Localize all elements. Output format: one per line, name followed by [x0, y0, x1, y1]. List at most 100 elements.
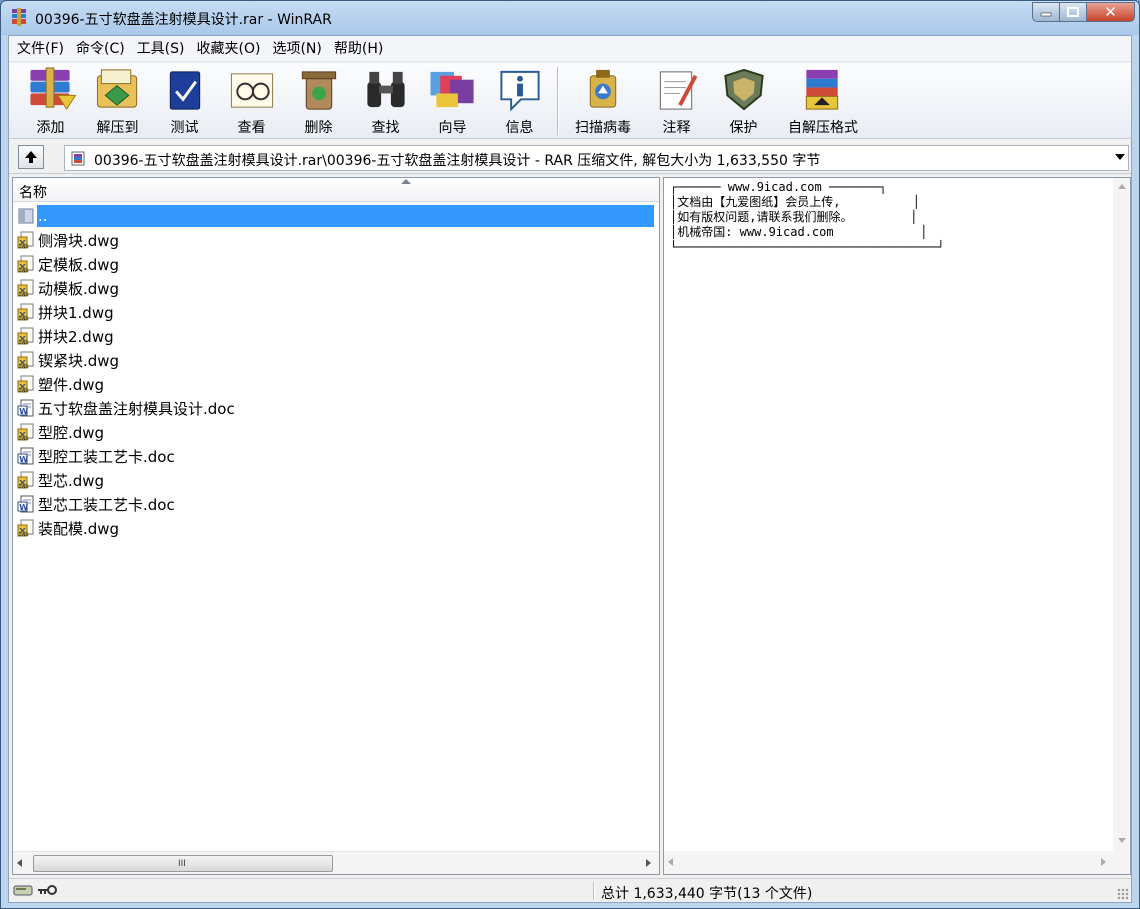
test-label: 测试 [170, 120, 199, 136]
archive-comment: ┌────── www.9icad.com ───────┐ │文档由【九爱图纸… [670, 180, 945, 254]
protect-button[interactable]: 保护 [710, 63, 777, 137]
wizard-button[interactable]: 向导 [419, 63, 486, 137]
menu-options[interactable]: 选项(N) [266, 38, 327, 60]
winrar-app-icon[interactable] [10, 8, 28, 26]
file-row[interactable]: W 型腔工装工艺卡.doc [13, 444, 659, 468]
word-document-icon: W [17, 495, 34, 513]
status-separator [593, 882, 595, 900]
file-row[interactable]: W 型芯工装工艺卡.doc [13, 492, 659, 516]
file-row[interactable]: DWG 侧滑块.dwg [13, 228, 659, 252]
title-bar[interactable]: 00396-五寸软盘盖注射模具设计.rar - WinRAR ✕ [1, 1, 1139, 35]
horizontal-scrollbar[interactable]: III [13, 851, 659, 874]
up-arrow-icon [25, 151, 37, 163]
window-title: 00396-五寸软盘盖注射模具设计.rar - WinRAR [35, 12, 332, 28]
file-name: 五寸软盘盖注射模具设计.doc [38, 399, 235, 418]
file-name: 装配模.dwg [38, 519, 120, 538]
menu-tools[interactable]: 工具(S) [131, 38, 191, 60]
file-name: 型芯工装工艺卡.doc [38, 495, 175, 514]
status-bar: 总计 1,633,440 字节(13 个文件) [9, 878, 1131, 902]
word-document-icon: W [17, 447, 34, 465]
wizard-label: 向导 [438, 120, 467, 136]
file-row[interactable]: DWG 型腔.dwg [13, 420, 659, 444]
delete-icon [301, 71, 336, 110]
scroll-right-icon[interactable] [646, 859, 651, 867]
scroll-left-icon[interactable] [668, 858, 673, 866]
comment-button[interactable]: 注释 [643, 63, 710, 137]
file-name: 塑件.dwg [38, 375, 105, 394]
svg-text:W: W [19, 407, 28, 416]
scroll-thumb[interactable]: III [33, 855, 333, 872]
sfx-button[interactable]: 自解压格式 [777, 63, 869, 137]
comment-horizontal-scrollbar[interactable] [664, 851, 1130, 874]
menu-file[interactable]: 文件(F) [11, 38, 70, 60]
file-name: 型芯.dwg [38, 471, 105, 490]
virus-scan-button[interactable]: 扫描病毒 [563, 63, 643, 137]
dwg-file-icon: DWG [17, 375, 34, 393]
comment-pane[interactable]: ┌────── www.9icad.com ───────┐ │文档由【九爱图纸… [663, 177, 1131, 875]
maximize-button[interactable] [1060, 2, 1087, 22]
file-row[interactable]: DWG 定模板.dwg [13, 252, 659, 276]
file-name: 拼块2.dwg [38, 327, 114, 346]
status-icons [13, 883, 58, 897]
file-name: 型腔工装工艺卡.doc [38, 447, 175, 466]
menu-commands[interactable]: 命令(C) [70, 38, 131, 60]
close-button[interactable]: ✕ [1087, 2, 1135, 22]
address-field[interactable]: 00396-五寸软盘盖注射模具设计.rar\00396-五寸软盘盖注射模具设计 … [64, 145, 1129, 171]
file-name: 侧滑块.dwg [38, 231, 120, 250]
dwg-file-icon: DWG [17, 303, 34, 321]
view-button[interactable]: 查看 [218, 63, 285, 137]
file-row[interactable]: DWG 装配模.dwg [13, 516, 659, 540]
file-row[interactable]: W 五寸软盘盖注射模具设计.doc [13, 396, 659, 420]
drive-icon[interactable] [13, 883, 33, 897]
window-controls: ✕ [1032, 2, 1135, 22]
scroll-up-icon[interactable] [1118, 184, 1126, 189]
parent-folder-row[interactable]: .. [13, 204, 659, 228]
address-path: 00396-五寸软盘盖注射模具设计.rar\00396-五寸软盘盖注射模具设计 … [94, 153, 821, 169]
menu-bar: 文件(F) 命令(C) 工具(S) 收藏夹(O) 选项(N) 帮助(H) [9, 36, 1131, 62]
file-name: 锲紧块.dwg [38, 351, 120, 370]
find-button[interactable]: 查找 [352, 63, 419, 137]
protect-label: 保护 [729, 120, 758, 136]
find-icon [366, 71, 405, 108]
scroll-right-icon[interactable] [1101, 858, 1106, 866]
scroll-left-icon[interactable] [17, 859, 22, 867]
dwg-file-icon: DWG [17, 471, 34, 489]
up-folder-button[interactable] [18, 145, 44, 169]
file-row[interactable]: DWG 拼块1.dwg [13, 300, 659, 324]
winrar-window: 00396-五寸软盘盖注射模具设计.rar - WinRAR ✕ 文件(F) 命… [0, 0, 1140, 909]
delete-button[interactable]: 删除 [285, 63, 352, 137]
file-row[interactable]: DWG 塑件.dwg [13, 372, 659, 396]
dropdown-arrow-icon[interactable] [1115, 154, 1125, 160]
key-icon[interactable] [36, 883, 58, 897]
file-row[interactable]: DWG 锲紧块.dwg [13, 348, 659, 372]
wizard-icon [429, 71, 474, 108]
svg-text:DWG: DWG [19, 292, 29, 297]
toolbar: 添加 解压到 测试 查看 删除 查找 向导 信息 扫描病毒 注释 保护 自解压格… [9, 63, 1131, 139]
vertical-scrollbar[interactable] [1113, 178, 1130, 851]
svg-text:DWG: DWG [19, 484, 29, 489]
minimize-button[interactable] [1032, 2, 1060, 22]
file-name: 定模板.dwg [38, 255, 120, 274]
dwg-file-icon: DWG [17, 519, 34, 537]
svg-text:W: W [19, 455, 28, 464]
svg-text:W: W [19, 503, 28, 512]
file-list[interactable]: 名称 .. DWG 侧滑块.dwg DWG 定模板.dwg DWG 动模板.dwg DWG 拼块… [12, 177, 660, 875]
svg-text:DWG: DWG [19, 268, 29, 273]
file-row[interactable]: DWG 型芯.dwg [13, 468, 659, 492]
info-icon [499, 70, 540, 112]
menu-help[interactable]: 帮助(H) [328, 38, 389, 60]
test-button[interactable]: 测试 [151, 63, 218, 137]
extract-to-label: 解压到 [96, 120, 139, 136]
address-bar: 00396-五寸软盘盖注射模具设计.rar\00396-五寸软盘盖注射模具设计 … [9, 140, 1131, 174]
info-button[interactable]: 信息 [486, 63, 553, 137]
add-button[interactable]: 添加 [17, 63, 84, 137]
resize-grip[interactable] [1117, 888, 1129, 900]
menu-favorites[interactable]: 收藏夹(O) [191, 38, 267, 60]
file-rows: .. DWG 侧滑块.dwg DWG 定模板.dwg DWG 动模板.dwg DWG 拼块1.d… [13, 204, 659, 540]
file-row[interactable]: DWG 拼块2.dwg [13, 324, 659, 348]
extract-to-button[interactable]: 解压到 [84, 63, 151, 137]
column-header-name[interactable]: 名称 [13, 178, 659, 202]
file-row[interactable]: DWG 动模板.dwg [13, 276, 659, 300]
scroll-down-icon[interactable] [1118, 838, 1126, 843]
selection-highlight [37, 205, 654, 227]
